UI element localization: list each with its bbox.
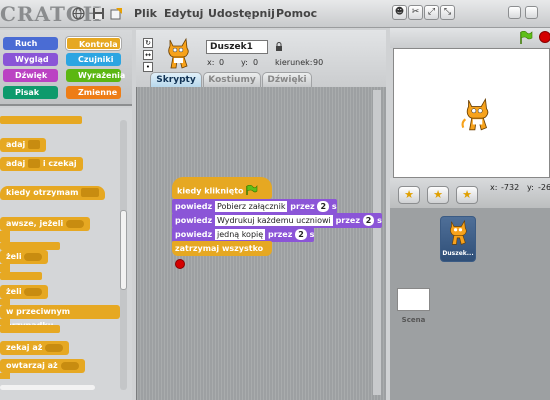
green-flag-icon [246,184,258,197]
palette-block-when-receive[interactable]: kiedy otrzymam [0,186,106,200]
lock-icon[interactable] [275,42,283,55]
palette-block-if-else[interactable]: żeli [0,285,49,299]
palette-block-end[interactable] [0,325,60,333]
sprite-x-value: 0 [219,58,225,67]
palette-block-broadcast[interactable]: adaj [0,138,47,152]
small-stage-icon[interactable] [508,6,521,19]
category-sensing[interactable]: Czujniki [66,53,121,66]
palette-block-arm [0,231,10,242]
menu-file[interactable]: Plik [134,7,157,20]
palette-block-repeat-until[interactable]: owtarzaj aż [0,359,85,373]
hat-block-label: kiedy kliknięto [177,186,244,196]
say-text-input-1[interactable]: Pobierz załącznik [214,201,288,212]
sprite-direction-value: 90 [313,58,324,67]
no-rotate-icon[interactable]: • [143,62,153,72]
mouse-y-value: -26 [538,183,550,192]
say-text-input-3[interactable]: jedną kopię [214,229,266,240]
category-looks[interactable]: Wygląd [3,53,58,66]
green-flag-button[interactable] [519,30,533,47]
sprite-thumb-label: Duszek... [442,250,474,257]
say-block-1[interactable]: powiedz Pobierz załącznik przez 2 s [172,199,337,214]
share-icon[interactable] [110,7,123,20]
stage-thumb-label: Scena [401,316,426,324]
normal-stage-icon[interactable] [525,6,538,19]
stop-all-block[interactable]: zatrzymaj wszystko [172,241,272,269]
sprite-direction-label: kierunek: [275,58,313,67]
sprite-y-value: 0 [253,58,259,67]
sprite-y-label: y: [241,58,248,67]
stage-thumbnail[interactable] [397,288,430,311]
script-area-scrollbar[interactable] [373,90,381,395]
tab-costumes[interactable]: Kostiumy [203,72,261,87]
palette-block-broadcast-wait[interactable]: adaj i czekaj [0,157,83,171]
menu-share[interactable]: Udostępnij [208,7,275,20]
shrink-tool-icon[interactable]: ⤡ [440,5,455,20]
palette-block-if[interactable]: żeli [0,250,49,264]
delete-tool-icon[interactable]: ✂ [408,5,423,20]
palette-block-arm [0,264,10,272]
category-pen[interactable]: Pisak [3,86,58,99]
paint-new-sprite-icon[interactable]: ★ [398,186,420,204]
mouse-x-label: x: [490,183,498,192]
cat-sprite[interactable] [458,96,496,137]
say-block-2[interactable]: powiedz Wydrukuj każdemu uczniowi przez … [172,213,382,228]
category-operators[interactable]: Wyrażenia [66,69,125,82]
palette-block-end[interactable] [0,272,42,280]
category-control[interactable]: Kontrola [66,37,121,50]
grow-tool-icon[interactable]: ⤢ [424,5,439,20]
tab-sounds[interactable]: Dźwięki [262,72,312,87]
say-block-3[interactable]: powiedz jedną kopię przez 2 s [172,227,315,242]
palette-block-arm [0,373,10,379]
sprite-name-field[interactable]: Duszek1 [206,40,268,54]
rotate-free-icon[interactable]: ↻ [143,38,153,48]
choose-sprite-icon[interactable]: ★ [427,186,449,204]
say-secs-input-2[interactable]: 2 [362,215,375,226]
stop-button[interactable] [539,31,550,43]
duplicate-tool-icon[interactable]: ☻ [392,5,407,20]
palette-block-forever-if[interactable]: awsze, jeżeli [0,217,90,231]
category-motion[interactable]: Ruch [3,37,58,50]
palette-block-end[interactable] [0,242,60,250]
palette-block-wait-until[interactable]: zekaj aż [0,341,70,355]
tab-scripts[interactable]: Skrypty [150,72,202,87]
palette-block-end[interactable] [0,116,82,124]
palette-hscrollbar[interactable] [0,385,95,390]
palette-block-else: w przeciwnym przypadku [0,305,120,330]
when-flag-clicked-block[interactable]: kiedy kliknięto [172,177,272,199]
scratch-logo: CRATCH [0,2,103,26]
mouse-x-value: -732 [501,183,520,192]
say-secs-input-1[interactable]: 2 [317,201,330,212]
menu-edit[interactable]: Edytuj [164,7,203,20]
say-secs-input-3[interactable]: 2 [295,229,307,240]
flip-icon[interactable]: ↔ [143,50,153,60]
sprite-cat-thumb [445,218,471,251]
sprite-thumbnail [162,36,194,75]
globe-icon[interactable] [72,7,85,20]
menu-help[interactable]: Pomoc [276,7,317,20]
sprite-x-label: x: [207,58,215,67]
category-variables[interactable]: Zmienne [66,86,121,99]
category-sound[interactable]: Dźwięk [3,69,58,82]
random-sprite-icon[interactable]: ★ [456,186,478,204]
stop-sign-icon [175,258,185,269]
palette-scrollbar-thumb[interactable] [120,210,127,290]
say-text-input-2[interactable]: Wydrukuj każdemu uczniowi [214,215,333,226]
save-icon[interactable] [92,7,105,20]
mouse-y-label: y: [527,183,534,192]
